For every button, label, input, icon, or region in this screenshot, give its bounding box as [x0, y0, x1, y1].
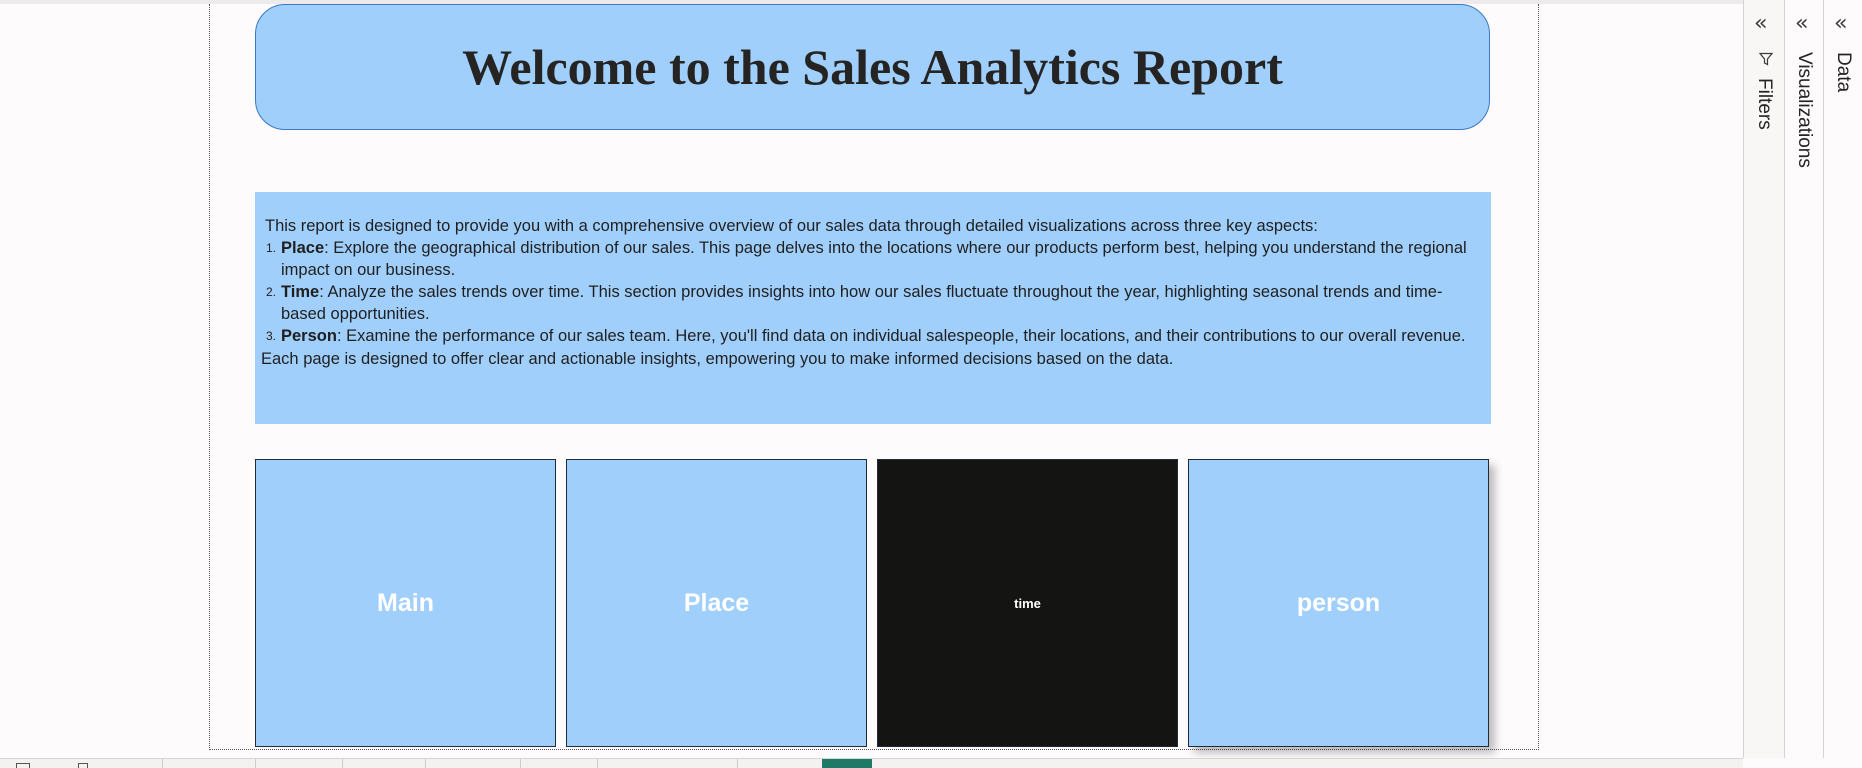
aspect-list: 1. Place: Explore the geographical distr…	[261, 237, 1481, 347]
item-text: : Explore the geographical distribution …	[281, 239, 1467, 279]
page-tabs-bar	[0, 758, 1743, 768]
visualizations-pane[interactable]: ‹‹ Visualizations	[1784, 0, 1823, 758]
item-text: : Analyze the sales trends over time. Th…	[281, 283, 1443, 323]
outro-text: Each page is designed to offer clear and…	[261, 350, 1174, 368]
description-textbox: This report is designed to provide you w…	[255, 192, 1491, 424]
intro-text: This report is designed to provide you w…	[265, 217, 1318, 235]
time-nav-button[interactable]: time	[877, 459, 1178, 747]
double-chevron-left-icon[interactable]: ‹‹	[1795, 13, 1808, 35]
item-label: Time	[281, 283, 320, 301]
page-nav-icon[interactable]	[78, 763, 88, 768]
main-nav-button[interactable]: Main	[255, 459, 556, 747]
double-chevron-left-icon[interactable]: ‹‹	[1754, 13, 1767, 35]
filters-pane[interactable]: ‹‹ Filters	[1743, 0, 1784, 758]
report-page: Welcome to the Sales Analytics Report Th…	[209, 4, 1539, 750]
active-page-tab[interactable]	[822, 759, 872, 768]
app-window: Welcome to the Sales Analytics Report Th…	[0, 0, 1862, 768]
data-pane[interactable]: ‹‹ Data	[1823, 0, 1862, 758]
double-chevron-left-icon[interactable]: ‹‹	[1834, 13, 1847, 35]
list-item: 3. Person: Examine the performance of ou…	[265, 327, 1466, 345]
data-label[interactable]: Data	[1832, 52, 1854, 92]
filters-label[interactable]: Filters	[1753, 78, 1775, 130]
page-title: Welcome to the Sales Analytics Report	[462, 39, 1283, 95]
title-banner: Welcome to the Sales Analytics Report	[255, 4, 1490, 130]
item-text: : Examine the performance of our sales t…	[336, 327, 1466, 345]
visualizations-label[interactable]: Visualizations	[1793, 52, 1815, 168]
report-canvas: Welcome to the Sales Analytics Report Th…	[0, 4, 1743, 758]
place-nav-button[interactable]: Place	[566, 459, 867, 747]
list-item: 2. Time: Analyze the sales trends over t…	[265, 283, 1443, 323]
item-label: Place	[281, 239, 325, 257]
page-nav-icon[interactable]	[16, 763, 30, 768]
list-item: 1. Place: Explore the geographical distr…	[265, 239, 1467, 279]
funnel-icon	[1759, 52, 1773, 66]
item-label: Person	[281, 327, 337, 345]
person-nav-button[interactable]: person	[1188, 459, 1489, 747]
